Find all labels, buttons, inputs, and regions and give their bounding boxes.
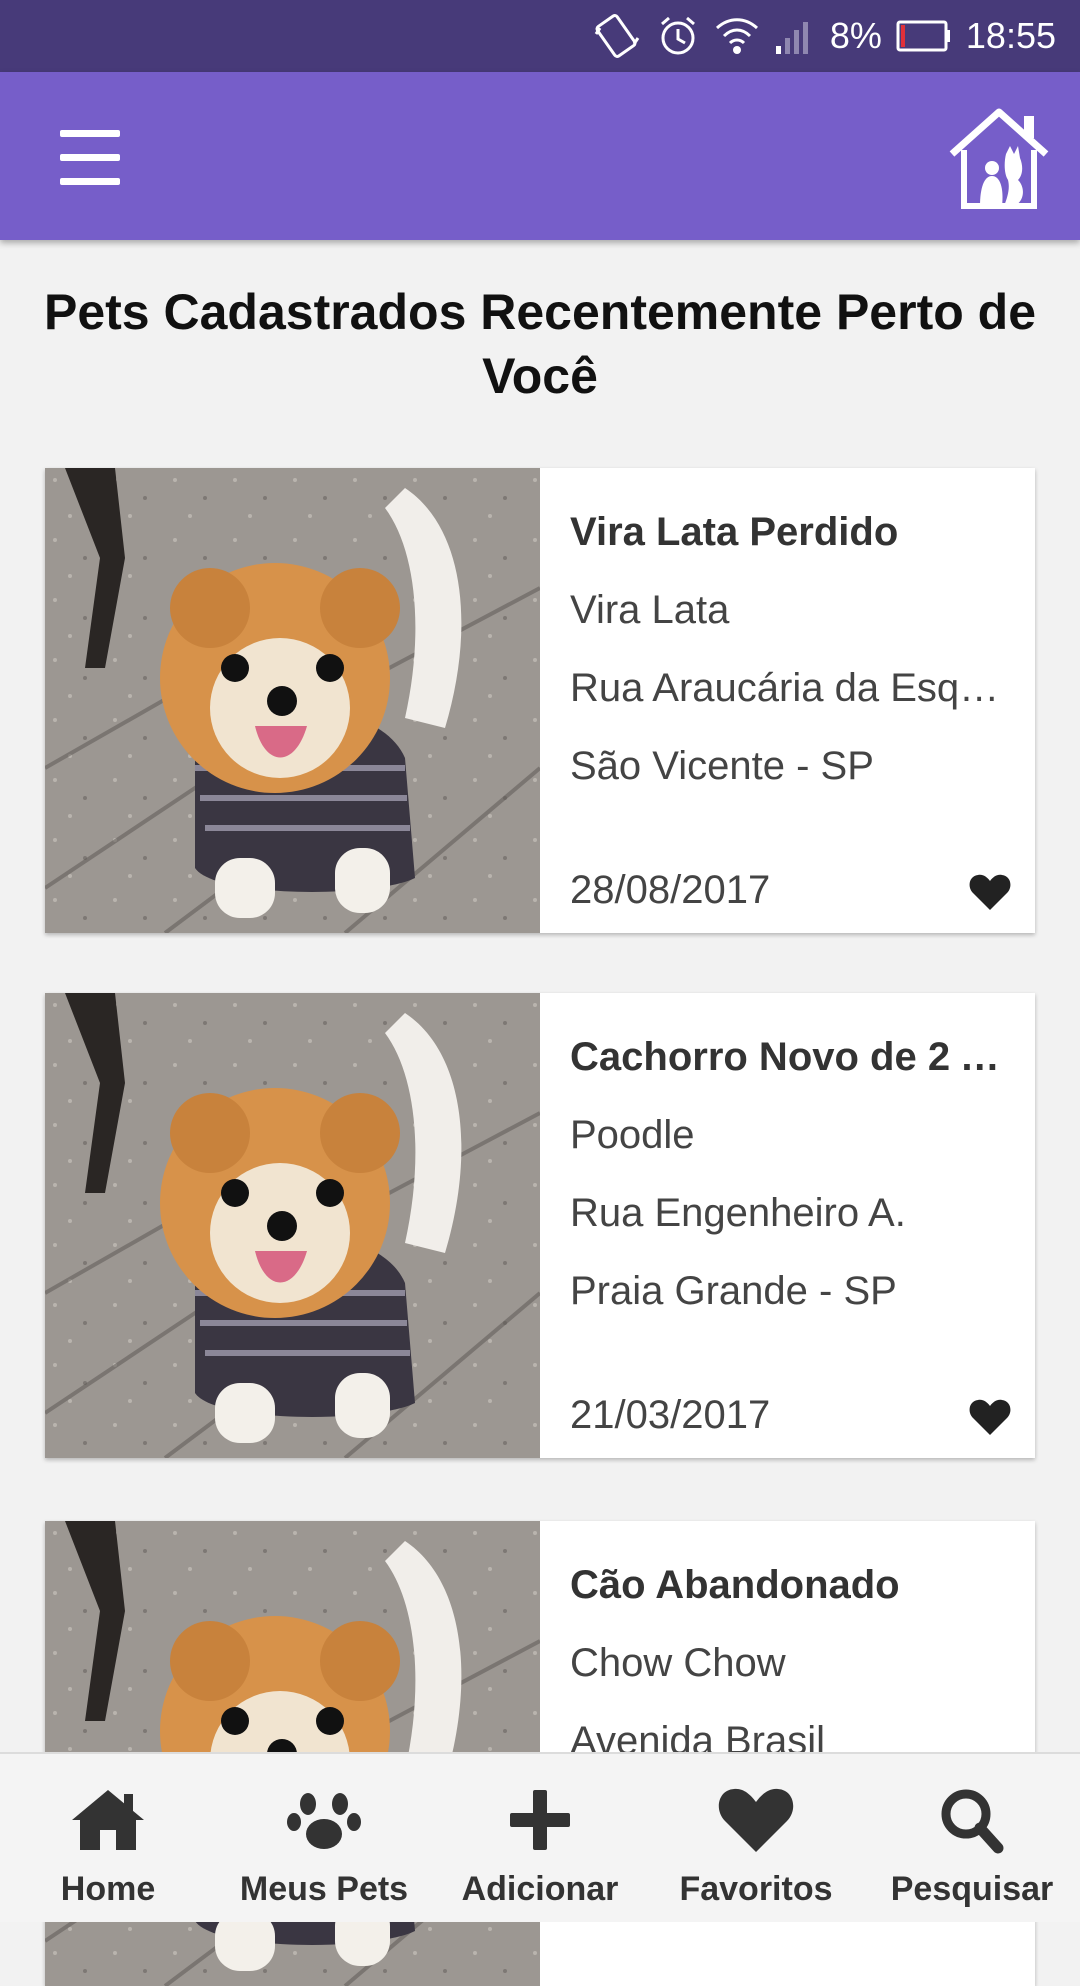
battery-level: 8%	[829, 15, 882, 56]
clock-time: 18:55	[965, 15, 1056, 56]
pet-city: São Vicente - SP	[570, 744, 874, 788]
pet-info: Vira Lata Perdido Vira Lata Rua Araucári…	[570, 468, 1012, 933]
status-icons: 8% 18:55	[592, 0, 1056, 72]
pet-breed: Vira Lata	[570, 588, 730, 632]
alarm-icon	[656, 14, 700, 58]
page-title: Pets Cadastrados Recentemente Perto de V…	[43, 284, 1037, 404]
pet-city: Praia Grande - SP	[570, 1269, 897, 1313]
nav-meus-pets[interactable]: Meus Pets	[216, 1754, 432, 1922]
nav-adicionar[interactable]: Adicionar	[432, 1754, 648, 1922]
nav-pesquisar-label: Pesquisar	[890, 1870, 1054, 1908]
pet-photo[interactable]	[45, 993, 540, 1458]
nav-favoritos-label: Favoritos	[679, 1870, 833, 1908]
pet-photo[interactable]	[45, 468, 540, 933]
favorite-heart-icon[interactable]	[968, 872, 1012, 912]
pet-date: 28/08/2017	[570, 868, 771, 912]
pet-name: Vira Lata Perdido	[570, 510, 899, 554]
paw-icon	[284, 1784, 364, 1856]
nav-favoritos[interactable]: Favoritos	[648, 1754, 864, 1922]
home-icon	[68, 1784, 148, 1856]
plus-icon	[500, 1784, 580, 1856]
pet-name: Cachorro Novo de 2 Anos	[570, 1035, 1000, 1079]
pet-street: Rua Araucária da Esquina	[570, 666, 1000, 710]
pet-breed: Chow Chow	[570, 1641, 786, 1685]
status-bar: 8% 18:55	[0, 0, 1080, 72]
bottom-navigation: Home Meus Pets Adicionar Favoritos Pesqu…	[0, 1752, 1080, 1922]
pet-street: Rua Engenheiro A.	[570, 1191, 906, 1235]
favorite-heart-icon[interactable]	[968, 1397, 1012, 1437]
nav-home-label: Home	[60, 1870, 156, 1908]
heart-icon	[716, 1784, 796, 1856]
nav-adicionar-label: Adicionar	[461, 1870, 619, 1908]
pet-card[interactable]: Vira Lata Perdido Vira Lata Rua Araucári…	[45, 468, 1035, 933]
wifi-icon	[714, 14, 760, 58]
pet-info: Cachorro Novo de 2 Anos Poodle Rua Engen…	[570, 993, 1012, 1458]
signal-icon	[774, 16, 816, 56]
pet-breed: Poodle	[570, 1113, 695, 1157]
nav-home[interactable]: Home	[0, 1754, 216, 1922]
nav-pesquisar[interactable]: Pesquisar	[864, 1754, 1080, 1922]
pet-date: 21/03/2017	[570, 1393, 771, 1437]
pet-house-logo-icon[interactable]	[944, 102, 1054, 214]
app-bar	[0, 72, 1080, 240]
vibrate-icon	[592, 14, 642, 58]
pet-card[interactable]: Cachorro Novo de 2 Anos Poodle Rua Engen…	[45, 993, 1035, 1458]
pet-name: Cão Abandonado	[570, 1563, 900, 1607]
battery-icon	[896, 18, 952, 54]
hamburger-menu-icon[interactable]	[52, 130, 124, 190]
search-icon	[932, 1784, 1012, 1856]
nav-meus-pets-label: Meus Pets	[239, 1870, 409, 1908]
